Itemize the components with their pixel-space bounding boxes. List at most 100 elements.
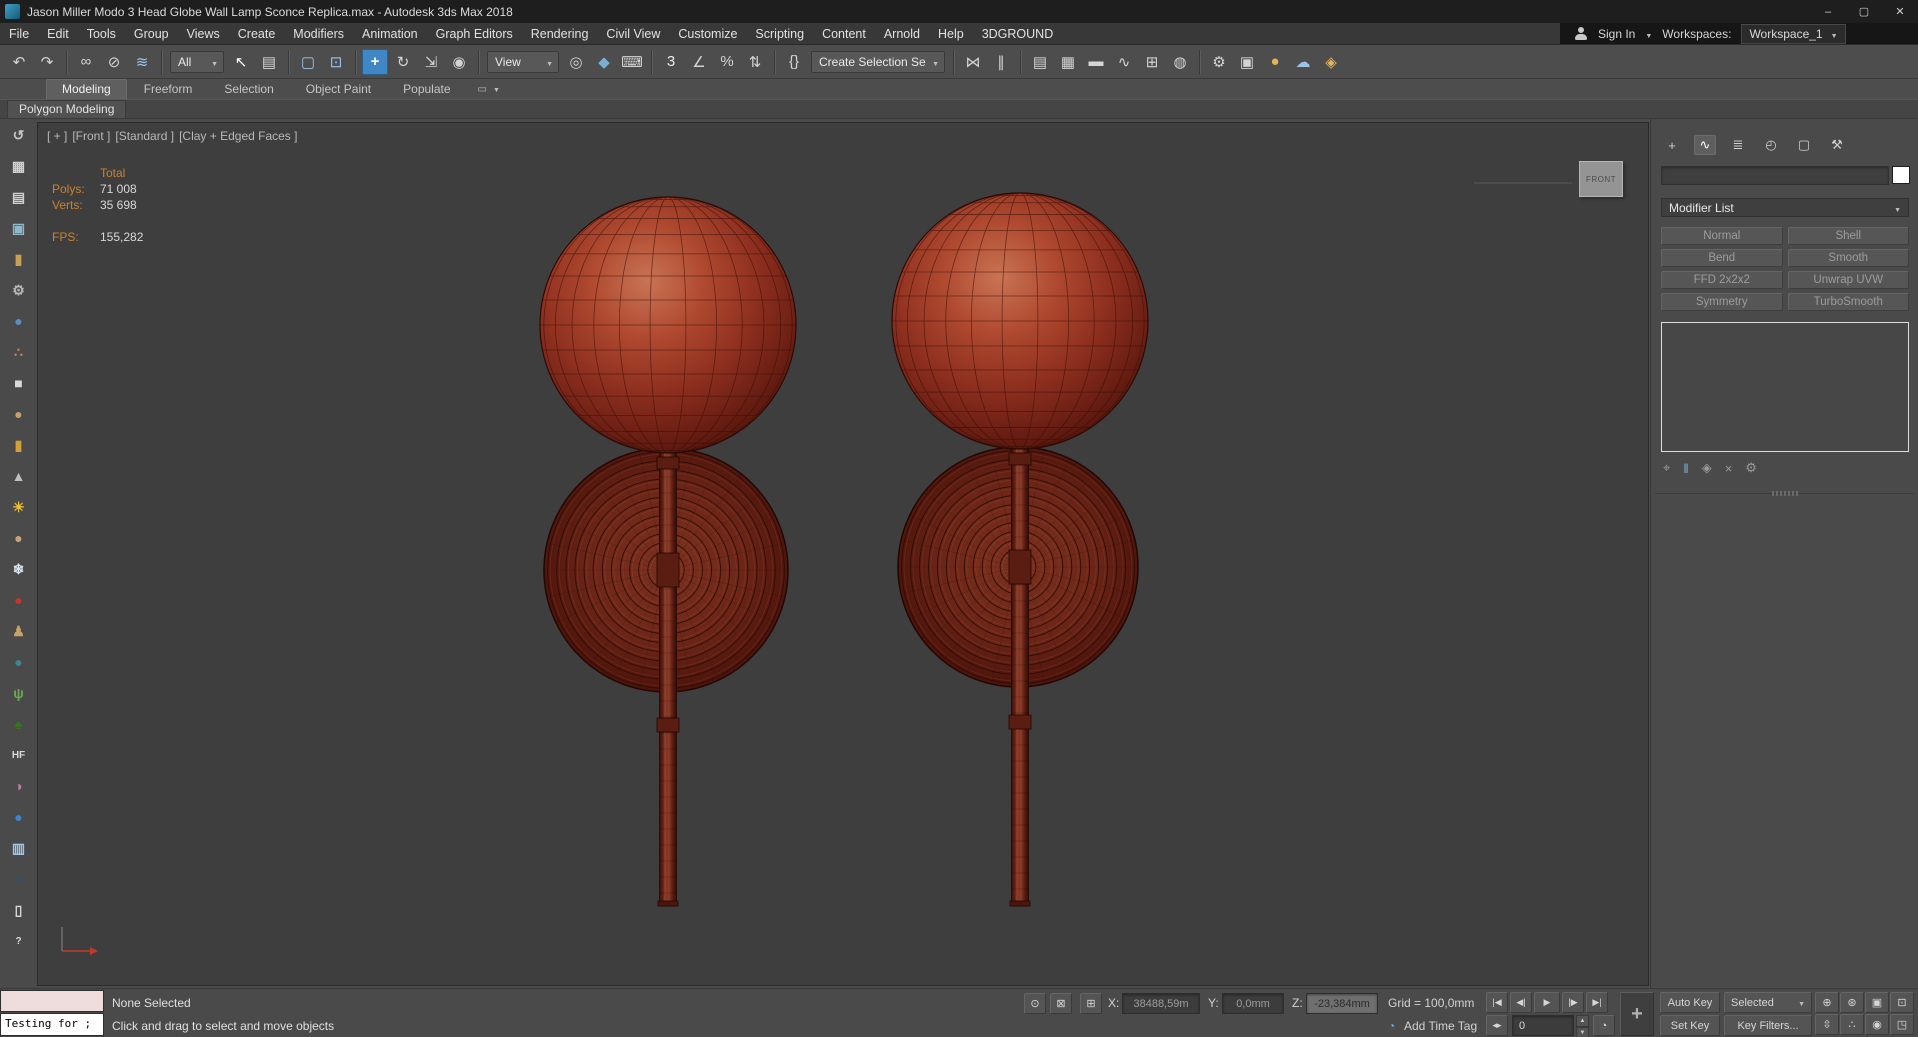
- menu-create[interactable]: Create: [229, 23, 285, 44]
- minimize-button[interactable]: –: [1810, 0, 1846, 23]
- lamp-sconce-object[interactable]: [539, 196, 797, 907]
- lamp-sconce-object[interactable]: [891, 192, 1149, 907]
- modifier-set-button-ffd-2x2x2[interactable]: FFD 2x2x2: [1661, 271, 1783, 289]
- snaps-toggle-icon[interactable]: 3: [658, 49, 684, 75]
- menu-group[interactable]: Group: [125, 23, 178, 44]
- x-coordinate-field[interactable]: 38488,59m: [1122, 993, 1200, 1014]
- render-in-cloud-icon[interactable]: ☁: [1290, 49, 1316, 75]
- menu-graph-editors[interactable]: Graph Editors: [427, 23, 522, 44]
- select-and-rotate-icon[interactable]: ↻: [390, 49, 416, 75]
- next-frame-button[interactable]: |▶: [1562, 992, 1584, 1013]
- tab-object-paint[interactable]: Object Paint: [291, 80, 386, 99]
- current-frame-field[interactable]: 0: [1512, 1015, 1574, 1036]
- tab-freeform[interactable]: Freeform: [129, 80, 208, 99]
- toggle-ribbon-icon[interactable]: ▬: [1083, 49, 1109, 75]
- grass-icon[interactable]: ψ: [9, 683, 29, 703]
- arc-rotate-icon[interactable]: ↺: [9, 125, 29, 145]
- close-button[interactable]: ✕: [1882, 0, 1918, 23]
- modifier-list-dropdown[interactable]: Modifier List: [1661, 198, 1909, 217]
- maxscript-mini-listener[interactable]: Testing for ;: [0, 1013, 104, 1036]
- angle-snap-toggle-icon[interactable]: ∠: [686, 49, 712, 75]
- help-icon[interactable]: ?: [9, 931, 29, 951]
- select-and-move-icon[interactable]: +: [362, 48, 388, 75]
- white-box-icon[interactable]: ■: [9, 373, 29, 393]
- redo-icon[interactable]: ↷: [34, 49, 60, 75]
- gold-cylinder-icon[interactable]: ▮: [9, 249, 29, 269]
- selection-filter-dropdown[interactable]: All: [170, 50, 224, 73]
- go-to-start-button[interactable]: |◀: [1486, 992, 1508, 1013]
- image-panel-icon[interactable]: ▣: [9, 218, 29, 238]
- z-coordinate-field[interactable]: -23,384mm: [1306, 993, 1378, 1014]
- viewport-front[interactable]: [ + ] [Front ] [Standard ] [Clay + Edged Fa…: [37, 122, 1649, 986]
- edit-named-selection-sets-icon[interactable]: {}: [781, 49, 807, 75]
- autodesk-account-icon[interactable]: ◈: [1318, 49, 1344, 75]
- toggle-layer-explorer-icon[interactable]: ▦: [1055, 49, 1081, 75]
- zoom-button[interactable]: ⊕: [1815, 992, 1839, 1013]
- app-logo-icon[interactable]: [5, 4, 20, 19]
- select-and-place-icon[interactable]: ◉: [446, 49, 472, 75]
- menu-file[interactable]: File: [0, 23, 38, 44]
- go-to-end-button[interactable]: ▶|: [1586, 992, 1608, 1013]
- rollout-grip[interactable]: [1771, 491, 1798, 496]
- sun-light-icon[interactable]: ☀: [9, 497, 29, 517]
- select-and-link-icon[interactable]: ∞: [73, 49, 99, 75]
- bind-to-space-warp-icon[interactable]: ≋: [129, 49, 155, 75]
- zoom-region-button[interactable]: ⊡: [1890, 992, 1914, 1013]
- toggle-scene-explorer-icon[interactable]: ▤: [1027, 49, 1053, 75]
- ribbon-display-toggle-button[interactable]: ▭: [478, 84, 487, 95]
- spinner-down-icon[interactable]: ▼: [1576, 1027, 1589, 1037]
- viewcube[interactable]: FRONT: [1579, 161, 1623, 197]
- grid-panel-icon[interactable]: ▦: [9, 156, 29, 176]
- menu-content[interactable]: Content: [813, 23, 875, 44]
- walk-through-button[interactable]: ∴: [1840, 1014, 1864, 1035]
- blue-ball-icon[interactable]: ●: [9, 807, 29, 827]
- use-pivot-point-center-icon[interactable]: ◎: [563, 49, 589, 75]
- named-selection-sets-dropdown[interactable]: Create Selection Se: [811, 50, 945, 73]
- menu-civil-view[interactable]: Civil View: [597, 23, 669, 44]
- show-end-result-button[interactable]: ‖: [1683, 461, 1688, 476]
- viewcube-front-face[interactable]: FRONT: [1586, 175, 1616, 184]
- reference-coordinate-dropdown[interactable]: View: [487, 50, 559, 73]
- pan-view-button[interactable]: ⇳: [1815, 1014, 1839, 1035]
- menu-scripting[interactable]: Scripting: [746, 23, 813, 44]
- time-configuration-button[interactable]: ◔: [1593, 1015, 1615, 1036]
- spinner-snap-toggle-icon[interactable]: ⇅: [742, 49, 768, 75]
- sign-in-chevron-icon[interactable]: [1645, 27, 1652, 41]
- previous-frame-button[interactable]: ◀|: [1510, 992, 1532, 1013]
- menu-edit[interactable]: Edit: [38, 23, 78, 44]
- modifier-set-button-normal[interactable]: Normal: [1661, 227, 1783, 245]
- set-key-button[interactable]: Set Key: [1660, 1015, 1720, 1036]
- render-production-icon[interactable]: ●: [1262, 49, 1288, 75]
- viewport-pov-menu[interactable]: [Front ]: [72, 129, 110, 143]
- set-keys-button[interactable]: +: [1620, 992, 1654, 1036]
- maximize-button[interactable]: ▢: [1846, 0, 1882, 23]
- y-coordinate-field[interactable]: 0,0mm: [1222, 993, 1284, 1014]
- object-color-swatch[interactable]: [1892, 166, 1910, 184]
- menu-rendering[interactable]: Rendering: [522, 23, 598, 44]
- viewport-standard-menu[interactable]: [Standard ]: [115, 129, 174, 143]
- unlink-selection-icon[interactable]: ⊘: [101, 49, 127, 75]
- foliage-icon[interactable]: ♠: [9, 714, 29, 734]
- remove-modifier-button[interactable]: ×: [1725, 461, 1733, 476]
- cylinder-icon[interactable]: ▮: [9, 435, 29, 455]
- menu-tools[interactable]: Tools: [78, 23, 125, 44]
- make-unique-button[interactable]: ◈: [1702, 460, 1712, 476]
- tab-motion[interactable]: ◴: [1760, 135, 1782, 155]
- select-and-manipulate-icon[interactable]: ◆: [591, 49, 617, 75]
- rectangular-selection-region-icon[interactable]: ▢: [295, 49, 321, 75]
- add-time-tag-button[interactable]: Add Time Tag: [1404, 1019, 1477, 1033]
- spinner-up-icon[interactable]: ▲: [1576, 1015, 1589, 1027]
- menu-arnold[interactable]: Arnold: [875, 23, 929, 44]
- select-object-icon[interactable]: ↖: [228, 49, 254, 75]
- menu-animation[interactable]: Animation: [353, 23, 427, 44]
- selection-lock-toggle[interactable]: ⊠: [1050, 993, 1072, 1014]
- workspace-dropdown[interactable]: Workspace_1: [1741, 23, 1846, 44]
- polygon-modeling-panel-button[interactable]: Polygon Modeling: [7, 99, 127, 119]
- sign-in-button[interactable]: Sign In: [1598, 27, 1635, 41]
- red-ball-icon[interactable]: ●: [9, 590, 29, 610]
- menu-modifiers[interactable]: Modifiers: [284, 23, 353, 44]
- modifier-set-button-unwrap-uvw[interactable]: Unwrap UVW: [1787, 271, 1909, 289]
- macro-recorder-field[interactable]: [0, 990, 104, 1012]
- rendered-frame-window-icon[interactable]: ▣: [1234, 49, 1260, 75]
- biped-figure-icon[interactable]: ♟: [9, 621, 29, 641]
